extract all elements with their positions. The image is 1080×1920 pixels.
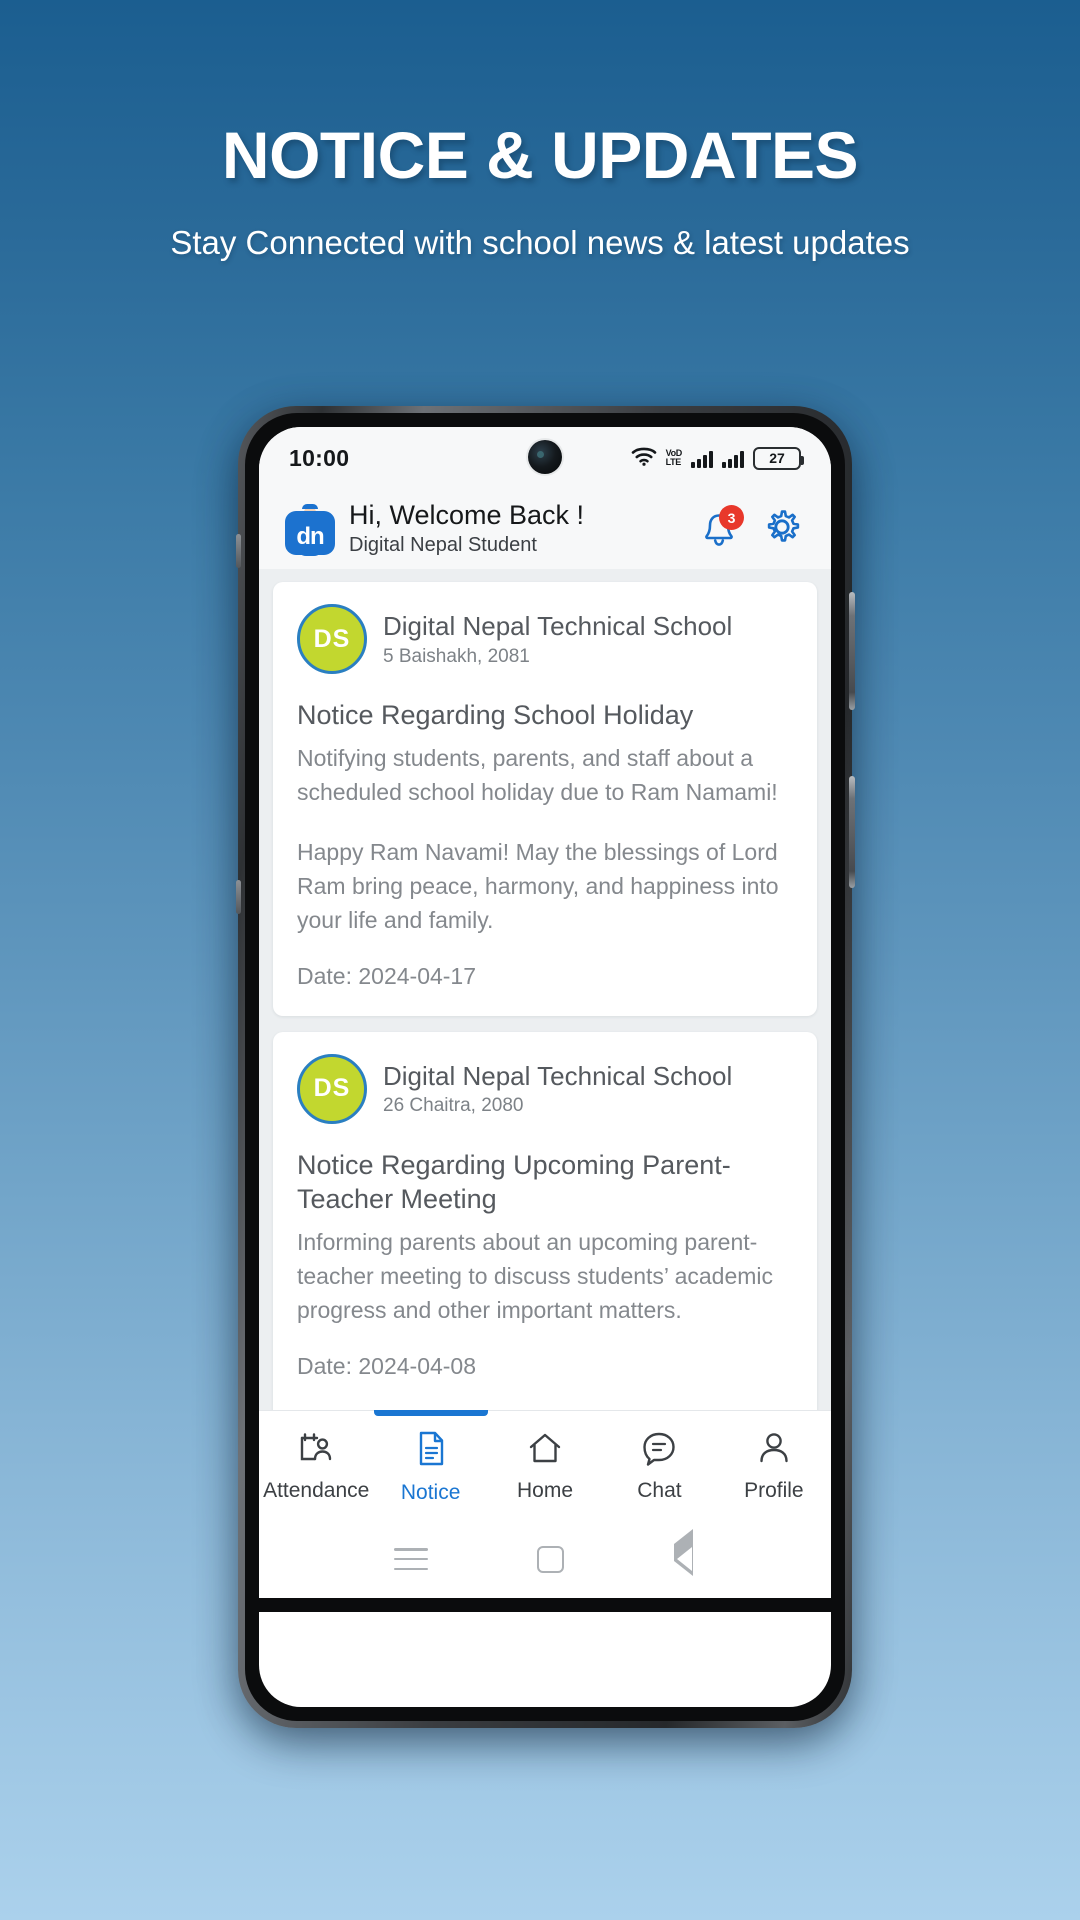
nav-label: Chat: [637, 1479, 682, 1502]
status-icons: VoD LTE 27: [631, 446, 804, 471]
nav-item-attendance[interactable]: Attendance: [259, 1411, 373, 1503]
notice-card-meta: Digital Nepal Technical School 5 Baishak…: [383, 610, 732, 668]
volte-icon: VoD LTE: [665, 448, 683, 467]
notice-card[interactable]: DS Digital Nepal Technical School 5 Bais…: [273, 582, 817, 1016]
screen-chin: [259, 1598, 831, 1612]
notice-paragraph: Informing parents about an upcoming pare…: [297, 1228, 774, 1323]
logo-text: dn: [296, 523, 324, 550]
phone-bezel: 10:00 VoD LTE 27 dn Hi, Welcome Back ! D…: [245, 413, 845, 1721]
menu-icon[interactable]: [393, 1548, 428, 1570]
phone-mockup: 10:00 VoD LTE 27 dn Hi, Welcome Back ! D…: [236, 406, 855, 1736]
page-subtitle: Stay Connected with school news & latest…: [170, 224, 910, 261]
avatar: DS: [297, 1053, 367, 1124]
bs-date: 26 Chaitra, 2080: [383, 1095, 524, 1117]
phone-left-button-bottom[interactable]: [236, 880, 241, 914]
promo-header: NOTICE & UPDATES Stay Connected with sch…: [0, 0, 1080, 267]
battery-indicator: 27: [753, 446, 804, 470]
nav-label: Notice: [400, 1481, 461, 1504]
nav-item-chat[interactable]: Chat: [602, 1411, 716, 1503]
header-text-block: Hi, Welcome Back ! Digital Nepal Student: [349, 499, 687, 559]
nav-label: Attendance: [263, 1479, 370, 1502]
page-title: NOTICE & UPDATES: [221, 118, 859, 192]
phone-screen: 10:00 VoD LTE 27 dn Hi, Welcome Back ! D…: [259, 427, 831, 1707]
notice-date: Date: 2024-04-08: [297, 1352, 477, 1379]
signal-bars-icon-1: [691, 449, 713, 468]
notice-card-header: DS Digital Nepal Technical School 26 Cha…: [297, 1053, 793, 1124]
chat-bubble-icon: [640, 1430, 678, 1471]
nav-label: Profile: [744, 1479, 804, 1502]
bs-date: 5 Baishakh, 2081: [383, 645, 530, 667]
front-camera: [528, 440, 562, 474]
person-icon: [755, 1430, 793, 1471]
user-role-text: Digital Nepal Student: [349, 534, 537, 557]
home-icon: [526, 1430, 564, 1471]
nav-item-profile[interactable]: Profile: [717, 1411, 831, 1503]
volume-rocker-button[interactable]: [849, 592, 855, 710]
active-tab-indicator: [373, 1410, 488, 1416]
notice-paragraph: Happy Ram Navami! May the blessings of L…: [297, 838, 779, 933]
school-name: Digital Nepal Technical School: [383, 611, 733, 642]
notice-card-meta: Digital Nepal Technical School 26 Chaitr…: [383, 1060, 732, 1118]
nav-item-notice[interactable]: Notice: [373, 1410, 488, 1505]
notice-date: Date: 2024-04-17: [297, 962, 477, 989]
bottom-navigation: Attendance Notice Home Chat Profile: [259, 1410, 831, 1520]
avatar: DS: [297, 604, 367, 674]
nav-label: Home: [517, 1479, 574, 1502]
notification-badge: 3: [719, 505, 744, 530]
square-icon[interactable]: [537, 1545, 565, 1573]
calendar-user-icon: [297, 1430, 335, 1471]
app-header: dn Hi, Welcome Back ! Digital Nepal Stud…: [259, 489, 831, 569]
status-time: 10:00: [289, 444, 350, 471]
nav-item-home[interactable]: Home: [488, 1411, 602, 1503]
power-button[interactable]: [849, 776, 855, 888]
phone-left-button-top[interactable]: [236, 534, 241, 568]
greeting-text: Hi, Welcome Back !: [349, 499, 585, 530]
notice-card-header: DS Digital Nepal Technical School 5 Bais…: [297, 604, 793, 674]
notice-title: Notice Regarding School Holiday: [297, 700, 694, 730]
notice-paragraph: Notifying students, parents, and staff a…: [297, 744, 778, 805]
app-logo-icon: dn: [285, 503, 335, 555]
settings-button[interactable]: [763, 508, 801, 551]
notice-feed[interactable]: DS Digital Nepal Technical School 5 Bais…: [259, 569, 831, 1410]
back-triangle-icon[interactable]: [674, 1529, 696, 1576]
school-name: Digital Nepal Technical School: [383, 1060, 733, 1091]
status-bar: 10:00 VoD LTE 27: [259, 427, 831, 489]
notifications-button[interactable]: 3: [701, 505, 744, 548]
wifi-icon: [631, 446, 657, 471]
system-navigation-bar: [259, 1520, 831, 1598]
signal-bars-icon-2: [722, 449, 744, 468]
header-actions: 3: [701, 505, 805, 551]
phone-frame: 10:00 VoD LTE 27 dn Hi, Welcome Back ! D…: [236, 406, 855, 1728]
document-icon: [414, 1430, 448, 1473]
notice-card[interactable]: DS Digital Nepal Technical School 26 Cha…: [273, 1031, 817, 1410]
notice-title: Notice Regarding Upcoming Parent-Teacher…: [297, 1149, 731, 1215]
